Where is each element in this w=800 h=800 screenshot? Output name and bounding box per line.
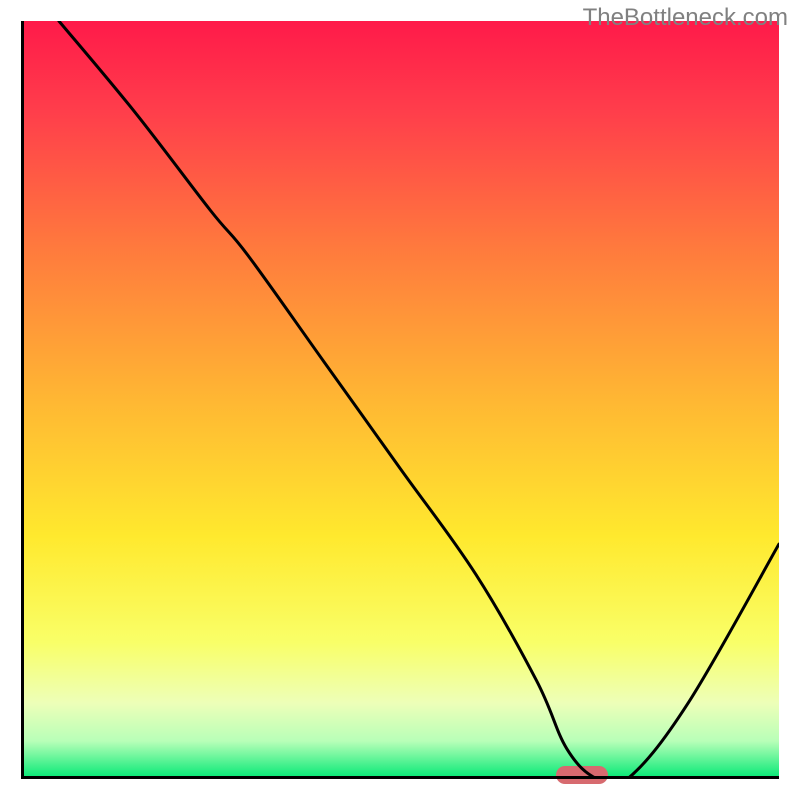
watermark-text: TheBottleneck.com [583, 4, 788, 32]
chart-container: TheBottleneck.com [0, 0, 800, 800]
bottleneck-curve [21, 21, 779, 779]
plot-area [21, 21, 779, 779]
